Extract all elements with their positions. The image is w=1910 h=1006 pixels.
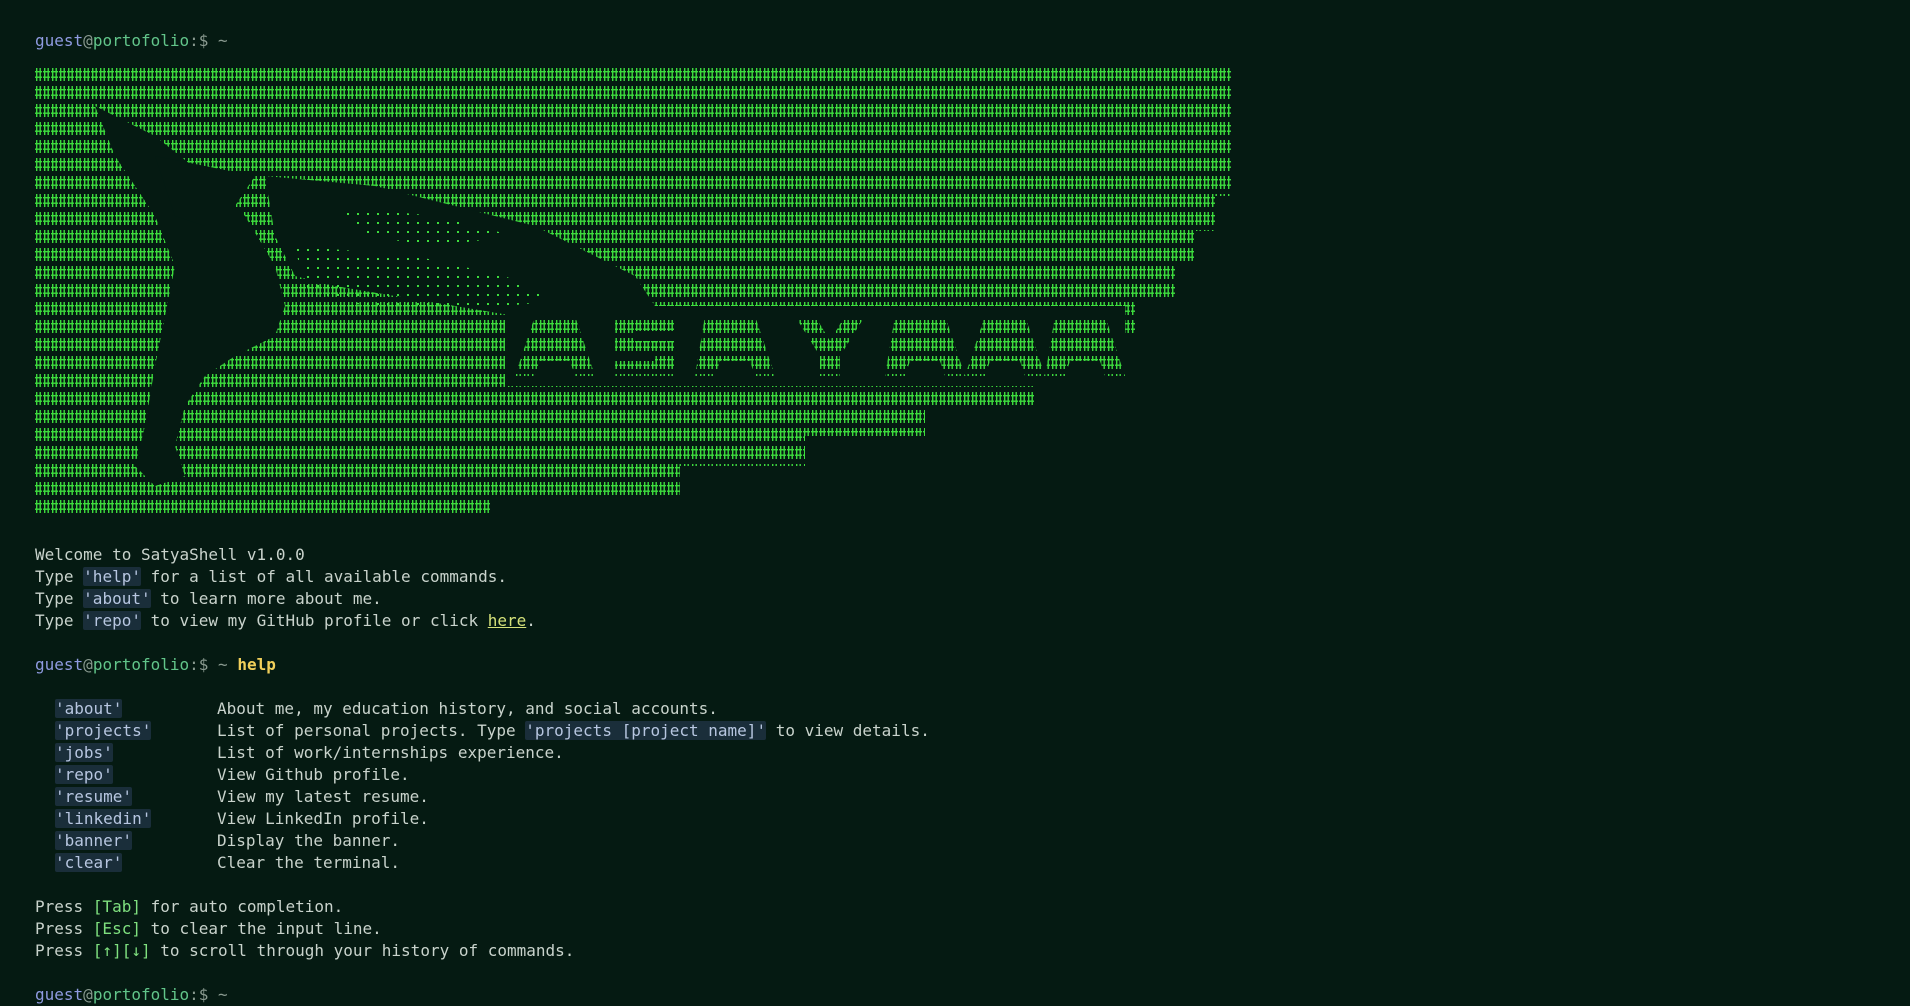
help-item: 'about' About me, my education history, a… [35, 698, 1895, 720]
history-command: help [237, 655, 276, 674]
about-hint-line: Type 'about' to learn more about me. [35, 588, 1895, 610]
active-prompt-line: guest @ portofolio:$ ~ [35, 984, 1895, 1006]
help-item-description: Display the banner. [217, 831, 401, 850]
terminal: guest@portofolio:$ ~ Welcome to SatyaShe… [35, 30, 1895, 1005]
prompt-at: @ [83, 985, 93, 1004]
prompt-host: portofolio [92, 655, 190, 674]
prompt-at: @ [83, 655, 93, 674]
help-hint-line: Type 'help' for a list of all available … [35, 566, 1895, 588]
projects-desc-keyword: 'projects [project name]' [525, 721, 767, 740]
github-link[interactable]: here [488, 611, 527, 630]
help-item-description: List of personal projects. Type 'project… [217, 720, 1895, 742]
tip-esc-post: to clear the input line. [140, 919, 382, 938]
repo-hint-pre: Type [35, 611, 84, 630]
repo-hint-mid: to view my GitHub profile or click [140, 611, 488, 630]
prompt-sep: :$ ~ [189, 985, 228, 1004]
prompt-user: guest [35, 31, 84, 50]
prompt-line: guest@portofolio:$ ~ [35, 30, 1895, 52]
help-item-command: 'banner' [55, 831, 133, 850]
prompt-user: guest [35, 655, 84, 674]
tip-esc-line: Press [Esc] to clear the input line. [35, 918, 1895, 940]
help-item: 'banner' Display the banner. [35, 830, 1895, 852]
tip-esc-pre: Press [35, 919, 93, 938]
help-item-command: 'linkedin' [55, 809, 152, 828]
command-input[interactable] [237, 985, 838, 1005]
prompt-host: portofolio [92, 31, 190, 50]
help-item-command: 'resume' [55, 787, 133, 806]
help-item: 'projects' List of personal projects. Typ… [35, 720, 1895, 742]
prompt-sep: :$ ~ [189, 655, 228, 674]
tip-tab-post: for auto completion. [140, 897, 344, 916]
help-item-description: View my latest resume. [217, 787, 429, 806]
prompt-sep: :$ ~ [189, 31, 228, 50]
help-keyword: 'help' [83, 567, 141, 586]
repo-hint-line: Type 'repo' to view my GitHub profile or… [35, 610, 1895, 632]
prompt-at: @ [83, 31, 93, 50]
projects-desc-post: to view details. [766, 721, 930, 740]
prompt-host: portofolio [92, 985, 190, 1004]
help-item: 'linkedin' View LinkedIn profile. [35, 808, 1895, 830]
help-item: 'repo' View Github profile. [35, 764, 1895, 786]
help-item: 'jobs' List of work/internships experienc… [35, 742, 1895, 764]
help-item-command: 'about' [55, 699, 123, 718]
repo-hint-end: . [526, 611, 536, 630]
esc-key-label: [Esc] [92, 919, 141, 938]
help-item-command: 'projects' [55, 721, 152, 740]
help-item-command: 'clear' [55, 853, 123, 872]
about-keyword: 'about' [83, 589, 151, 608]
help-hint-pre: Type [35, 567, 84, 586]
welcome-line: Welcome to SatyaShell v1.0.0 [35, 545, 305, 564]
help-hint-post: for a list of all available commands. [140, 567, 508, 586]
repo-keyword: 'repo' [83, 611, 141, 630]
help-item-command: 'jobs' [55, 743, 113, 762]
help-item-description: Clear the terminal. [217, 853, 401, 872]
help-item: 'resume' View my latest resume. [35, 786, 1895, 808]
help-item-description: List of work/internships experience. [217, 743, 564, 762]
tip-arrows-pre: Press [35, 941, 93, 960]
help-item-description: About me, my education history, and soci… [217, 699, 718, 718]
projects-desc-pre: List of personal projects. Type [217, 721, 526, 740]
tip-tab-line: Press [Tab] for auto completion. [35, 896, 1895, 918]
tab-key-label: [Tab] [92, 897, 141, 916]
about-hint-post: to learn more about me. [150, 589, 382, 608]
tip-arrows-post: to scroll through your history of comman… [150, 941, 575, 960]
tip-tab-pre: Press [35, 897, 93, 916]
help-item-command: 'repo' [55, 765, 113, 784]
about-hint-pre: Type [35, 589, 84, 608]
help-item-description: View Github profile. [217, 765, 410, 784]
help-item: 'clear' Clear the terminal. [35, 852, 1895, 874]
prompt-user: guest [35, 985, 84, 1004]
help-item-description: View LinkedIn profile. [217, 809, 429, 828]
arrow-keys-label: [↑][↓] [92, 941, 151, 960]
ascii-art-banner [35, 66, 1231, 518]
history-prompt-line: guest@portofolio:$ ~ help [35, 654, 1895, 676]
tip-arrows-line: Press [↑][↓] to scroll through your hist… [35, 940, 1895, 962]
